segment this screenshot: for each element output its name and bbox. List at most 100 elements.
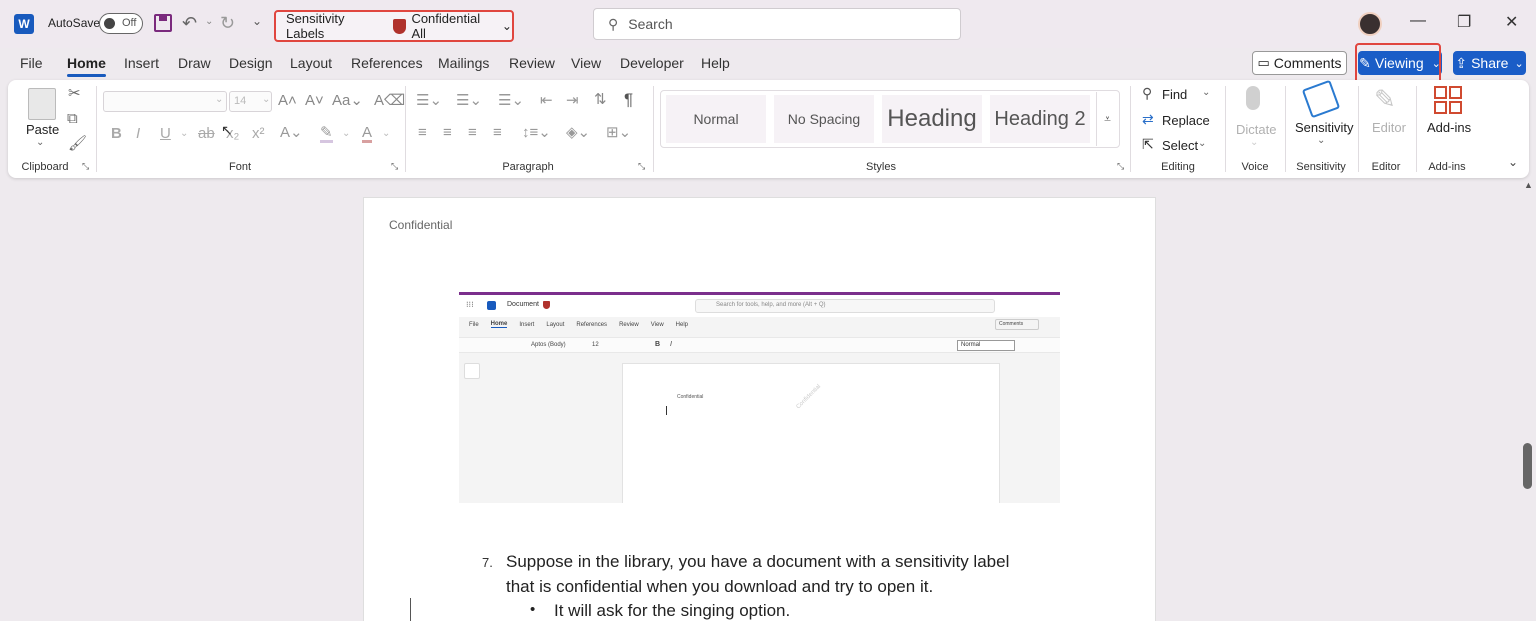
chevron-down-icon[interactable]: ⌄ <box>1198 139 1206 149</box>
style-heading-2[interactable]: Heading 2 <box>990 95 1090 143</box>
multilevel-list-icon[interactable]: ☰⌄ <box>498 93 524 108</box>
borders-icon[interactable]: ⊞⌄ <box>606 125 631 140</box>
redo-icon[interactable]: ↻ <box>220 13 235 34</box>
replace-icon[interactable]: ⇄ <box>1142 112 1154 126</box>
chevron-down-icon[interactable]: ⌄ <box>1250 138 1258 148</box>
embed-tab: Help <box>675 321 688 328</box>
tab-layout[interactable]: Layout <box>290 55 332 71</box>
bold-icon[interactable]: B <box>111 126 122 141</box>
align-center-icon[interactable]: ≡ <box>443 125 452 140</box>
save-icon[interactable] <box>154 14 172 32</box>
paste-label[interactable]: Paste <box>26 122 59 137</box>
cut-icon[interactable]: ✂ <box>68 86 81 101</box>
customize-toolbar-icon[interactable]: ⌄ <box>252 14 262 28</box>
tab-file[interactable]: File <box>20 55 43 71</box>
chevron-down-icon[interactable]: ⌄ <box>36 138 44 148</box>
sort-icon[interactable]: ⇅ <box>594 92 607 107</box>
microphone-icon[interactable] <box>1246 86 1260 110</box>
find-label[interactable]: Find <box>1162 87 1187 102</box>
superscript-icon[interactable]: x² <box>252 126 265 141</box>
bullet-item[interactable]: It will ask for the singing option. <box>554 601 790 621</box>
tab-help[interactable]: Help <box>701 55 730 71</box>
style-heading[interactable]: Heading <box>882 95 982 143</box>
embed-tab: Home <box>490 321 508 328</box>
scroll-up-icon[interactable]: ▲ <box>1524 180 1533 190</box>
tab-developer[interactable]: Developer <box>620 55 684 71</box>
tab-review[interactable]: Review <box>509 55 555 71</box>
paragraph-line[interactable]: Suppose in the library, you have a docum… <box>506 552 1009 572</box>
styles-expand-icon[interactable]: ⩡ <box>1096 92 1118 146</box>
text-effects-icon[interactable]: A⌄ <box>280 125 303 140</box>
shading-icon[interactable]: ◈⌄ <box>566 125 590 140</box>
editor-label[interactable]: Editor <box>1372 120 1406 135</box>
tab-mailings[interactable]: Mailings <box>438 55 489 71</box>
chevron-down-icon[interactable]: ⌄ <box>180 129 188 139</box>
dialog-launcher-icon[interactable]: ⤡ <box>638 162 645 171</box>
share-button[interactable]: ⇪ Share ⌄ <box>1453 51 1526 75</box>
editor-pen-icon[interactable]: ✎ <box>1374 86 1396 112</box>
font-color-icon[interactable]: A <box>362 125 373 143</box>
increase-indent-icon[interactable]: ⇥ <box>566 93 579 108</box>
shrink-font-icon[interactable]: A˅ <box>305 93 324 108</box>
highlight-icon[interactable]: ✎ <box>320 125 333 143</box>
search-input[interactable]: ⚲ Search <box>593 8 961 40</box>
select-cursor-icon[interactable]: ⇱ <box>1142 137 1154 151</box>
sensitivity-label-selector[interactable]: Sensitivity Labels Confidential All ⌄ <box>274 10 514 42</box>
italic-icon[interactable]: I <box>136 126 140 141</box>
dialog-launcher-icon[interactable]: ⤡ <box>82 162 89 171</box>
undo-dropdown-icon[interactable]: ⌄ <box>205 16 213 27</box>
numbering-icon[interactable]: ☰⌄ <box>456 93 482 108</box>
add-ins-label[interactable]: Add-ins <box>1427 120 1471 135</box>
embed-toolbar: Aptos (Body) 12 B I Normal <box>459 337 1060 353</box>
bullets-icon[interactable]: ☰⌄ <box>416 93 442 108</box>
restore-icon[interactable]: ❐ <box>1457 12 1471 32</box>
minimize-icon[interactable]: — <box>1410 12 1426 30</box>
justify-icon[interactable]: ≡ <box>493 125 502 140</box>
chevron-down-icon[interactable]: ⌄ <box>382 129 390 139</box>
clear-formatting-icon[interactable]: A⌫ <box>374 93 405 108</box>
tab-draw[interactable]: Draw <box>178 55 211 71</box>
font-name-input[interactable] <box>103 91 227 112</box>
sensitivity-label[interactable]: Sensitivity <box>1295 120 1354 135</box>
tab-home[interactable]: Home <box>67 55 106 77</box>
tab-design[interactable]: Design <box>229 55 273 71</box>
add-ins-icon[interactable] <box>1434 86 1462 114</box>
vertical-scrollbar-thumb[interactable] <box>1523 443 1532 489</box>
paragraph-line[interactable]: that is confidential when you download a… <box>506 577 933 597</box>
dialog-launcher-icon[interactable]: ⤡ <box>391 162 398 171</box>
find-icon[interactable]: ⚲ <box>1142 86 1152 100</box>
undo-icon[interactable]: ↶ <box>182 13 197 34</box>
dialog-launcher-icon[interactable]: ⤡ <box>1117 162 1124 171</box>
chevron-down-icon[interactable]: ⌄ <box>1202 88 1210 98</box>
underline-icon[interactable]: U <box>160 126 171 141</box>
strikethrough-icon[interactable]: ab <box>198 126 215 141</box>
tab-insert[interactable]: Insert <box>124 55 159 71</box>
decrease-indent-icon[interactable]: ⇤ <box>540 93 553 108</box>
avatar[interactable] <box>1358 12 1382 36</box>
style-normal[interactable]: Normal <box>666 95 766 143</box>
align-right-icon[interactable]: ≡ <box>468 125 477 140</box>
ribbon-collapse-icon[interactable]: ⌄ <box>1508 156 1518 168</box>
chevron-down-icon[interactable]: ⌄ <box>1317 136 1325 146</box>
dictate-label[interactable]: Dictate <box>1236 122 1276 137</box>
sensitivity-tag-icon[interactable] <box>1301 79 1341 119</box>
tab-references[interactable]: References <box>351 55 423 71</box>
paste-icon[interactable] <box>28 88 56 120</box>
line-spacing-icon[interactable]: ↕≡⌄ <box>522 125 551 140</box>
format-painter-icon[interactable]: 🖌 <box>68 136 87 151</box>
grow-font-icon[interactable]: A˄ <box>278 93 297 108</box>
style-no-spacing[interactable]: No Spacing <box>774 95 874 143</box>
autosave-toggle[interactable]: Off <box>99 13 143 34</box>
comments-button[interactable]: ▭ Comments <box>1252 51 1347 75</box>
change-case-icon[interactable]: Aa⌄ <box>332 93 363 108</box>
select-label[interactable]: Select <box>1162 138 1198 153</box>
chevron-down-icon[interactable]: ⌄ <box>215 95 223 105</box>
align-left-icon[interactable]: ≡ <box>418 125 427 140</box>
replace-label[interactable]: Replace <box>1162 113 1210 128</box>
tab-view[interactable]: View <box>571 55 601 71</box>
close-icon[interactable]: ✕ <box>1505 12 1518 32</box>
chevron-down-icon[interactable]: ⌄ <box>262 95 270 105</box>
show-formatting-marks-icon[interactable]: ¶ <box>624 91 633 108</box>
copy-icon[interactable]: ⧉ <box>67 111 78 126</box>
chevron-down-icon[interactable]: ⌄ <box>342 129 350 139</box>
